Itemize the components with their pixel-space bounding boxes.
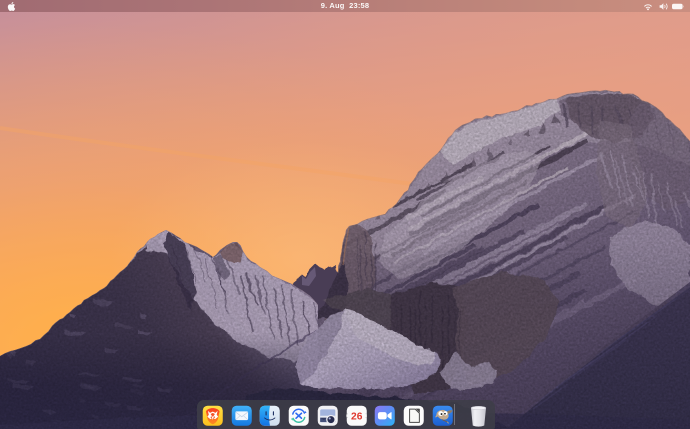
svg-text:26: 26 <box>351 411 363 422</box>
